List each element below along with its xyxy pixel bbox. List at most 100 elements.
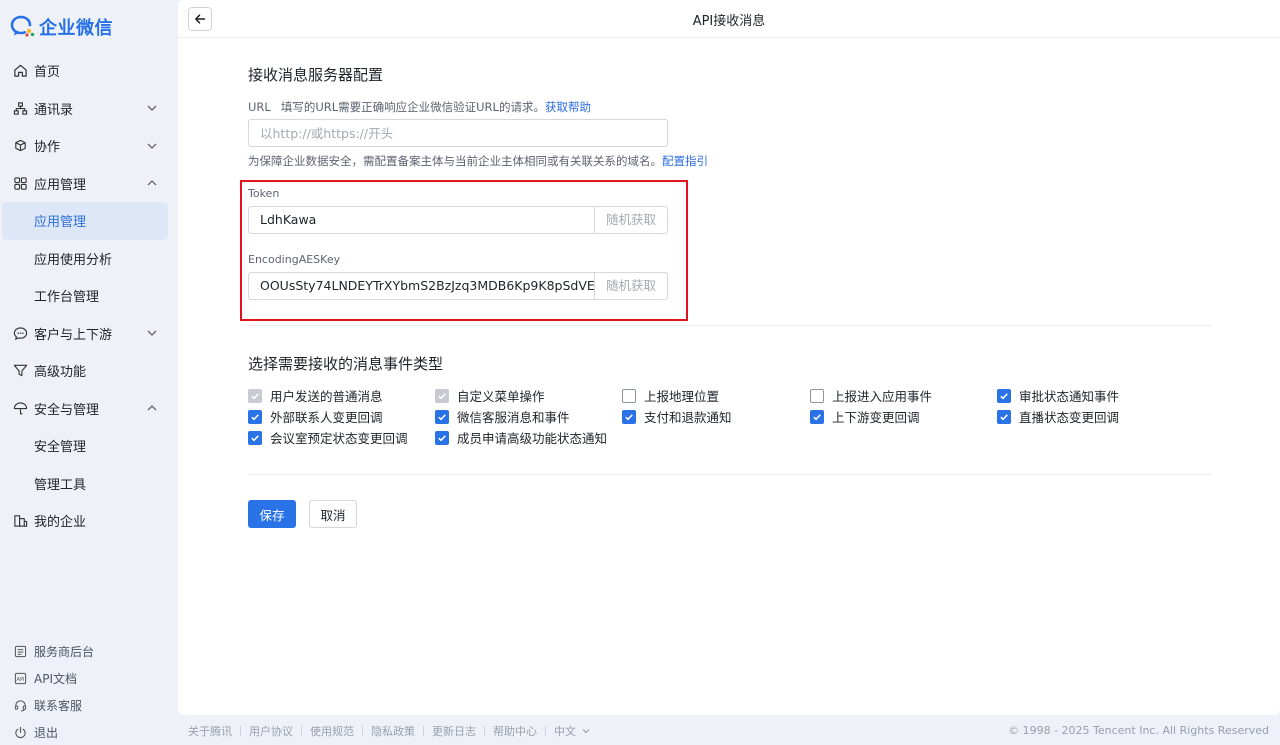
umbrella-icon — [12, 400, 28, 416]
sidebar-subitem-management-tools[interactable]: 管理工具 — [0, 465, 178, 503]
sidebar-item-security-management[interactable]: 安全与管理 — [0, 390, 178, 428]
aes-key-field[interactable]: OOUsSty74LNDEYTrXYbmS2BzJzq3MDB6Kp9K8pSd… — [248, 272, 668, 300]
sidebar-item-partner-backend[interactable]: 服务商后台 — [0, 638, 178, 665]
sidebar-nav: 首页 通讯录 协作 应用管理 应用管理 应用使用分析 工作台管理 客户与上下游 … — [0, 52, 178, 540]
checkbox-checked-icon — [997, 388, 1011, 403]
sidebar-item-label: API文档 — [34, 672, 77, 686]
url-hint: URL 填写的URL需要正确响应企业微信验证URL的请求。获取帮助 — [248, 99, 591, 115]
event-checkbox[interactable]: 会议室预定状态变更回调 — [248, 428, 408, 447]
footer-link-privacy[interactable]: 隐私政策 — [371, 723, 415, 739]
footer-link-about[interactable]: 关于腾讯 — [188, 723, 232, 739]
event-label: 会议室预定状态变更回调 — [270, 431, 408, 446]
url-label: URL — [248, 100, 271, 114]
list-doc-icon — [13, 645, 27, 659]
aes-key-input[interactable]: OOUsSty74LNDEYTrXYbmS2BzJzq3MDB6Kp9K8pSd… — [249, 273, 594, 299]
sidebar-subitem-security[interactable]: 安全管理 — [0, 427, 178, 465]
checkbox-checked-icon — [435, 409, 449, 424]
url-help-link[interactable]: 获取帮助 — [545, 100, 591, 114]
event-label: 上报进入应用事件 — [832, 389, 933, 404]
event-checkbox[interactable]: 成员申请高级功能状态通知 — [435, 428, 607, 447]
checkbox-unchecked-icon — [810, 388, 824, 403]
sidebar-item-logout[interactable]: 退出 — [0, 719, 178, 745]
chevron-down-icon — [147, 143, 157, 149]
event-checkbox[interactable]: 上下游变更回调 — [810, 407, 920, 426]
event-label: 上报地理位置 — [644, 389, 720, 404]
chevron-down-icon — [582, 729, 590, 734]
event-checkbox[interactable]: 上报地理位置 — [622, 386, 719, 405]
event-checkbox[interactable]: 微信客服消息和事件 — [435, 407, 570, 426]
main-panel: API接收消息 接收消息服务器配置 URL 填写的URL需要正确响应企业微信验证U… — [178, 0, 1280, 715]
token-input[interactable]: LdhKawa — [249, 207, 594, 233]
footer-separator — [240, 726, 241, 736]
sidebar-item-label: 管理工具 — [34, 477, 87, 493]
footer-link-usage-policy[interactable]: 使用规范 — [310, 723, 354, 739]
url-input[interactable] — [248, 119, 668, 147]
event-checkbox[interactable]: 上报进入应用事件 — [810, 386, 932, 405]
sidebar-item-label: 联系客服 — [34, 699, 83, 713]
sidebar-item-customers[interactable]: 客户与上下游 — [0, 315, 178, 353]
footer-link-user-agreement[interactable]: 用户协议 — [249, 723, 293, 739]
sidebar-item-label: 高级功能 — [34, 365, 87, 381]
cancel-button[interactable]: 取消 — [309, 500, 357, 528]
copyright: © 1998 - 2025 Tencent Inc. All Rights Re… — [1008, 724, 1269, 737]
app-logo[interactable]: 企业微信 — [10, 13, 113, 41]
sidebar-item-api-docs[interactable]: API API文档 — [0, 665, 178, 692]
event-label: 审批状态通知事件 — [1019, 389, 1120, 404]
checkbox-checked-icon — [435, 430, 449, 445]
event-checkbox[interactable]: 支付和退款通知 — [622, 407, 732, 426]
sidebar-item-app-management[interactable]: 应用管理 — [0, 165, 178, 203]
url-hint-text: 填写的URL需要正确响应企业微信验证URL的请求。 — [280, 100, 545, 114]
sidebar-item-label: 应用管理 — [34, 177, 87, 193]
language-selector[interactable]: 中文 — [554, 723, 591, 739]
token-field[interactable]: LdhKawa 随机获取 — [248, 206, 668, 234]
event-checkbox[interactable]: 审批状态通知事件 — [997, 386, 1119, 405]
event-label: 用户发送的普通消息 — [270, 389, 383, 404]
api-icon: API — [13, 672, 27, 686]
event-checkbox[interactable]: 外部联系人变更回调 — [248, 407, 383, 426]
checkbox-checked-icon — [810, 409, 824, 424]
footer-separator — [545, 726, 546, 736]
chevron-down-icon — [147, 105, 157, 112]
sidebar-item-label: 退出 — [34, 726, 59, 740]
event-checkbox[interactable]: 用户发送的普通消息 — [248, 386, 383, 405]
save-button[interactable]: 保存 — [248, 500, 296, 528]
sidebar-item-contacts[interactable]: 通讯录 — [0, 90, 178, 128]
sidebar-item-home[interactable]: 首页 — [0, 52, 178, 90]
sidebar-subitem-app-management[interactable]: 应用管理 — [2, 202, 168, 240]
building-icon — [12, 513, 28, 529]
sidebar-item-label: 客户与上下游 — [34, 327, 113, 343]
sidebar-item-label: 安全管理 — [34, 440, 87, 456]
sidebar-item-label: 应用管理 — [34, 215, 87, 231]
sidebar-item-label: 我的企业 — [34, 515, 87, 531]
checkbox-checked-icon — [248, 430, 262, 445]
footer-link-changelog[interactable]: 更新日志 — [432, 723, 476, 739]
sidebar: 企业微信 首页 通讯录 协作 应用管理 应用管理 应用使用分析 工作台管理 客户… — [0, 0, 178, 745]
sidebar-item-label: 安全与管理 — [34, 402, 100, 418]
sidebar-item-label: 协作 — [34, 140, 61, 156]
footer-link-help-center[interactable]: 帮助中心 — [493, 723, 537, 739]
footer-links: 关于腾讯 用户协议 使用规范 隐私政策 更新日志 帮助中心 中文 — [188, 724, 591, 738]
sidebar-subitem-workbench-management[interactable]: 工作台管理 — [0, 277, 178, 315]
footer-separator — [362, 726, 363, 736]
footer-separator — [423, 726, 424, 736]
chat-bubble-icon — [12, 325, 28, 341]
sidebar-item-advanced-features[interactable]: 高级功能 — [0, 352, 178, 390]
sidebar-item-label: 应用使用分析 — [34, 252, 113, 268]
domain-note: 为保障企业数据安全，需配置备案主体与当前企业主体相同或有关联关系的域名。配置指引 — [248, 153, 708, 169]
sidebar-item-my-enterprise[interactable]: 我的企业 — [0, 502, 178, 540]
language-label: 中文 — [554, 725, 576, 738]
event-checkbox[interactable]: 自定义菜单操作 — [435, 386, 545, 405]
chevron-up-icon — [147, 180, 157, 186]
event-label: 成员申请高级功能状态通知 — [457, 431, 608, 446]
sidebar-subitem-app-usage-analysis[interactable]: 应用使用分析 — [0, 240, 178, 278]
sidebar-item-customer-service[interactable]: 联系客服 — [0, 692, 178, 719]
divider — [248, 474, 1211, 475]
event-label: 微信客服消息和事件 — [457, 410, 570, 425]
sidebar-item-collaboration[interactable]: 协作 — [0, 127, 178, 165]
event-label: 上下游变更回调 — [832, 410, 920, 425]
token-label: Token — [248, 187, 280, 200]
config-guide-link[interactable]: 配置指引 — [662, 154, 708, 168]
token-random-button[interactable]: 随机获取 — [594, 207, 667, 233]
event-checkbox[interactable]: 直播状态变更回调 — [997, 407, 1119, 426]
aes-key-random-button[interactable]: 随机获取 — [594, 273, 667, 299]
